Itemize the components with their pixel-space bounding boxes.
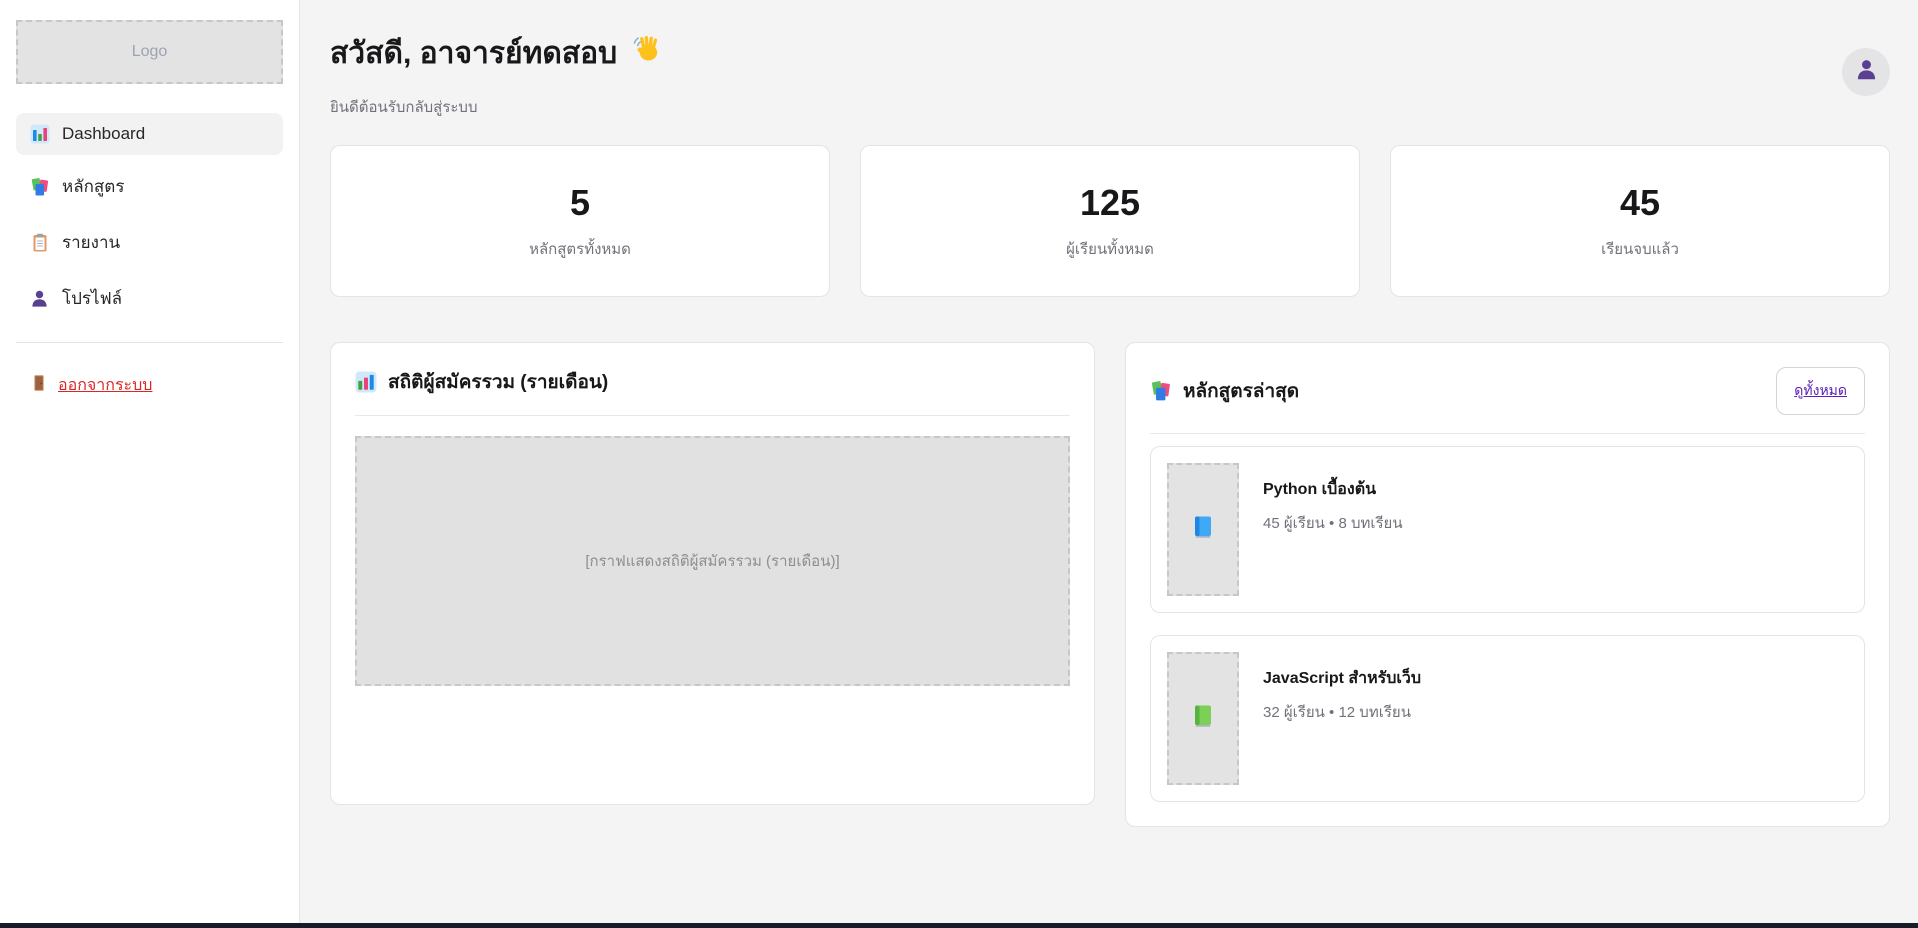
enrollment-stats-panel: สถิติผู้สมัครรวม (รายเดือน) [กราฟแสดงสถิ… [330,342,1095,805]
stat-label: หลักสูตรทั้งหมด [529,237,631,261]
course-title: Python เบื้องต้น [1263,477,1403,502]
chart-panel-header: สถิติผู้สมัครรวม (รายเดือน) [355,367,1070,397]
stat-label: เรียนจบแล้ว [1601,237,1679,261]
view-all-button[interactable]: ดูทั้งหมด [1776,367,1865,415]
course-card-javascript[interactable]: JavaScript สำหรับเว็บ 32 ผู้เรียน • 12 บ… [1150,635,1865,802]
chart-placeholder: [กราฟแสดงสถิติผู้สมัครรวม (รายเดือน)] [355,436,1070,686]
clipboard-icon [30,233,50,253]
sidebar-item-reports[interactable]: รายงาน [16,218,283,267]
course-thumbnail-placeholder [1167,463,1239,596]
courses-panel-header: หลักสูตรล่าสุด ดูทั้งหมด [1150,367,1865,415]
person-icon [30,289,50,309]
door-icon [30,374,48,397]
sidebar: Logo Dashboard หลักสูตร [0,0,300,928]
panel-divider [355,415,1070,416]
logo-placeholder: Logo [16,20,283,84]
chart-placeholder-text: [กราฟแสดงสถิติผู้สมัครรวม (รายเดือน)] [585,549,839,573]
blue-book-icon [1192,515,1214,544]
panels-row: สถิติผู้สมัครรวม (รายเดือน) [กราฟแสดงสถิ… [330,342,1890,827]
latest-courses-panel: หลักสูตรล่าสุด ดูทั้งหมด Python [1125,342,1890,827]
course-info: Python เบื้องต้น 45 ผู้เรียน • 8 บทเรียน [1263,463,1403,596]
courses-panel-title: หลักสูตรล่าสุด [1150,376,1299,406]
panel-divider [1150,433,1865,434]
courses-panel-title-text: หลักสูตรล่าสุด [1183,376,1299,406]
sidebar-item-dashboard[interactable]: Dashboard [16,113,283,155]
sidebar-item-label: รายงาน [62,229,120,256]
sidebar-item-label: Dashboard [62,124,145,144]
page-title: สวัสดี, อาจารย์ทดสอบ [330,30,663,77]
stats-row: 5 หลักสูตรทั้งหมด 125 ผู้เรียนทั้งหมด 45… [330,145,1890,297]
logo-text: Logo [132,43,168,61]
waving-hand-icon [631,34,663,74]
course-info: JavaScript สำหรับเว็บ 32 ผู้เรียน • 12 บ… [1263,652,1421,785]
course-title: JavaScript สำหรับเว็บ [1263,666,1421,691]
greeting-block: สวัสดี, อาจารย์ทดสอบ [330,30,663,119]
sidebar-item-label: หลักสูตร [62,173,124,200]
stat-card-total-students: 125 ผู้เรียนทั้งหมด [860,145,1360,297]
course-thumbnail-placeholder [1167,652,1239,785]
stat-card-completed: 45 เรียนจบแล้ว [1390,145,1890,297]
books-icon [1150,380,1172,402]
sidebar-item-label: โปรไฟล์ [62,285,122,312]
chart-panel-title-text: สถิติผู้สมัครรวม (รายเดือน) [388,367,608,397]
stat-label: ผู้เรียนทั้งหมด [1066,237,1154,261]
green-book-icon [1192,704,1214,733]
main-content: สวัสดี, อาจารย์ทดสอบ [300,0,1918,928]
course-meta: 32 ผู้เรียน • 12 บทเรียน [1263,700,1421,724]
course-card-python[interactable]: Python เบื้องต้น 45 ผู้เรียน • 8 บทเรียน [1150,446,1865,613]
stat-value: 45 [1620,182,1660,224]
sidebar-item-profile[interactable]: โปรไฟล์ [16,274,283,323]
bar-chart-icon [355,371,377,393]
logout-link[interactable]: ออกจากระบบ [30,373,152,398]
page-header: สวัสดี, อาจารย์ทดสอบ [330,30,1890,119]
chart-panel-title: สถิติผู้สมัครรวม (รายเดือน) [355,367,608,397]
sidebar-nav: Dashboard หลักสูตร [16,113,283,330]
books-icon [30,177,50,197]
bar-chart-icon [30,124,50,144]
sidebar-item-courses[interactable]: หลักสูตร [16,162,283,211]
stat-value: 5 [570,182,590,224]
person-icon [1855,58,1878,86]
course-meta: 45 ผู้เรียน • 8 บทเรียน [1263,511,1403,535]
avatar[interactable] [1842,48,1890,96]
stat-value: 125 [1080,182,1140,224]
logout-label: ออกจากระบบ [58,373,152,398]
welcome-subtitle: ยินดีต้อนรับกลับสู่ระบบ [330,95,663,119]
greeting-text: สวัสดี, อาจารย์ทดสอบ [330,30,617,77]
bottom-bar [0,923,1918,928]
stat-card-total-courses: 5 หลักสูตรทั้งหมด [330,145,830,297]
sidebar-divider [16,342,283,343]
